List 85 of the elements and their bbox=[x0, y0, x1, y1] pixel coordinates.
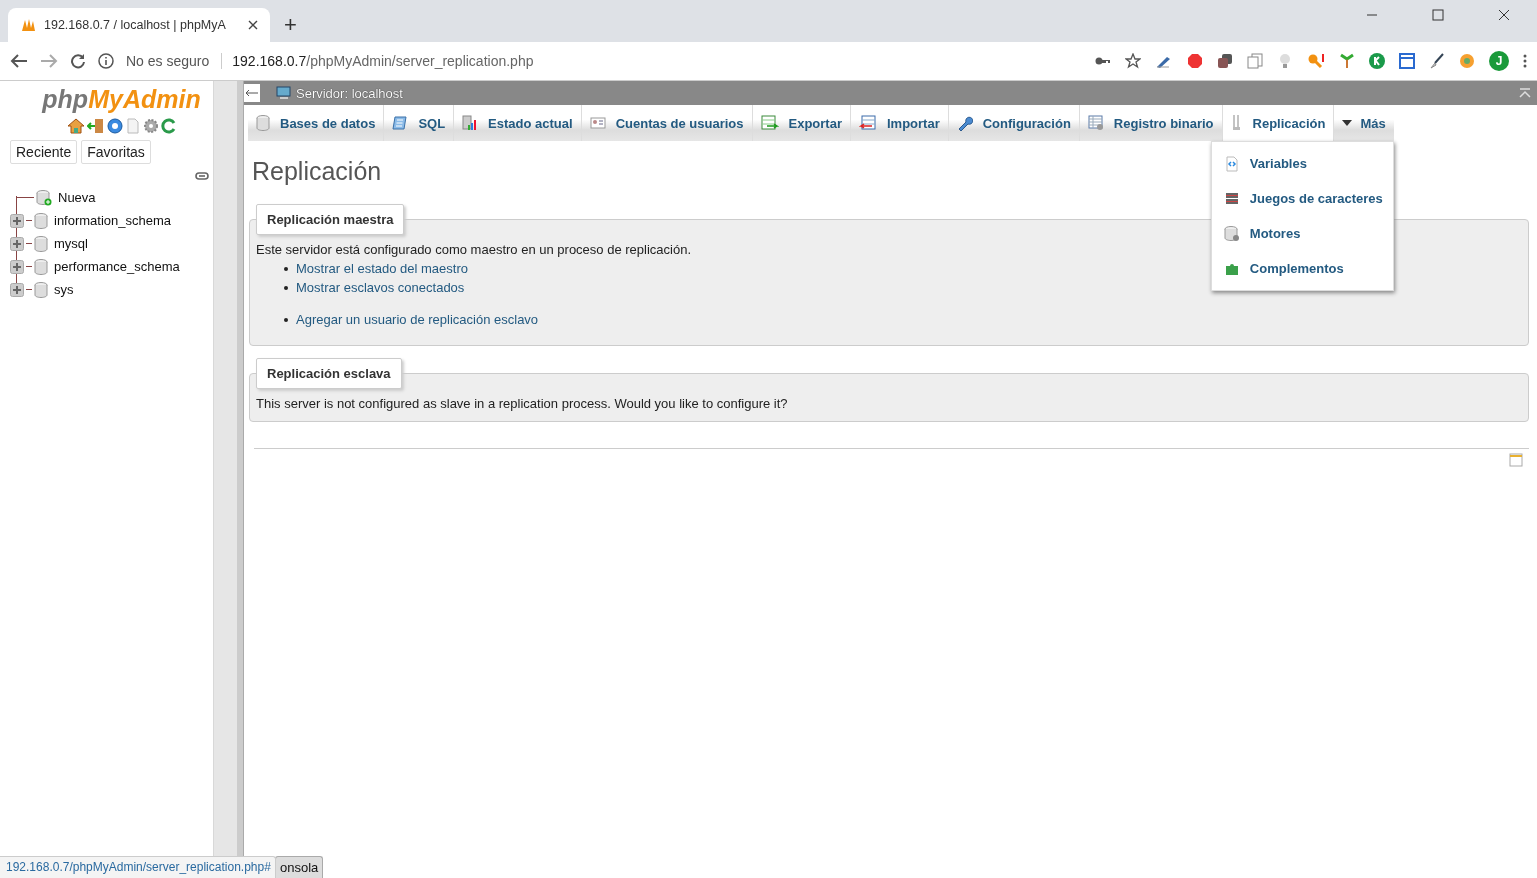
server-icon bbox=[276, 86, 292, 100]
database-tree-item[interactable]: Nueva bbox=[58, 190, 96, 205]
dropdown-menu-item[interactable]: Variables bbox=[1211, 146, 1393, 181]
fieldset-legend: Replicación maestra bbox=[256, 204, 405, 235]
flame-logo-icon bbox=[20, 18, 36, 32]
scroll-icon bbox=[392, 115, 409, 131]
expand-icon[interactable] bbox=[10, 259, 24, 274]
page-heading: Replicación bbox=[252, 157, 382, 186]
stop-sign-icon[interactable] bbox=[1187, 53, 1203, 69]
database-tree-item[interactable]: sys bbox=[54, 282, 74, 297]
navigation-tab[interactable]: Cuentas de usuarios bbox=[581, 105, 753, 141]
bulb-icon[interactable] bbox=[1277, 53, 1293, 69]
expand-icon[interactable] bbox=[10, 236, 24, 251]
exit-door-icon[interactable] bbox=[86, 118, 105, 134]
database-tree-item[interactable]: information_schema bbox=[54, 213, 172, 228]
menu-icon[interactable] bbox=[1523, 53, 1527, 69]
key-icon[interactable] bbox=[1095, 56, 1111, 66]
extension-icon[interactable] bbox=[1369, 53, 1385, 69]
navigation-tab[interactable]: Estado actual bbox=[454, 105, 582, 141]
tab-title: 192.168.0.7 / localhost | phpMyA bbox=[44, 18, 227, 32]
fieldset-legend: Replicación esclava bbox=[256, 358, 402, 389]
collapse-sidebar-button[interactable] bbox=[244, 84, 260, 102]
link[interactable]: Mostrar esclavos conectados bbox=[296, 280, 465, 295]
expand-icon[interactable] bbox=[10, 282, 24, 297]
star-icon[interactable] bbox=[1125, 53, 1141, 69]
navigation-tab[interactable]: Exportar bbox=[752, 105, 851, 141]
copy-icon[interactable] bbox=[1247, 53, 1263, 69]
window-icon[interactable] bbox=[1399, 53, 1415, 69]
expand-icon[interactable] bbox=[10, 213, 24, 228]
sidebar-tab-button[interactable]: Reciente bbox=[10, 140, 78, 164]
table-gear-icon bbox=[1087, 115, 1104, 131]
database-icon bbox=[256, 115, 270, 131]
spreadsheet-arrow-icon bbox=[760, 115, 779, 131]
server-title[interactable]: Servidor: localhost bbox=[296, 85, 403, 101]
database-icon bbox=[34, 235, 48, 252]
browser-tab[interactable]: 192.168.0.7 / localhost | phpMyA bbox=[8, 8, 270, 42]
dropdown-menu-item[interactable]: Complementos bbox=[1211, 251, 1393, 286]
caret-icon bbox=[1342, 120, 1353, 126]
dropdown-menu-item[interactable]: Juegos de caracteres bbox=[1211, 181, 1393, 216]
phpmyadmin-logo[interactable]: phpMyAdmin bbox=[42, 85, 201, 114]
address-bar[interactable]: 192.168.0.7/phpMyAdmin/server_replication.php bbox=[221, 53, 534, 69]
home-icon[interactable] bbox=[66, 118, 85, 134]
database-gear-icon bbox=[1223, 225, 1240, 242]
help-icon[interactable] bbox=[106, 118, 123, 134]
back-arrow-icon[interactable] bbox=[10, 53, 28, 69]
close-icon[interactable] bbox=[248, 20, 258, 30]
description-text: This server is not configured as slave in a replication process. Would you like to configure it? bbox=[256, 396, 789, 411]
collapse-up-icon[interactable] bbox=[1519, 88, 1531, 98]
left-arrow-icon bbox=[245, 89, 259, 97]
security-label: No es seguro bbox=[126, 53, 210, 69]
database-icon bbox=[34, 258, 48, 275]
database-tree-item[interactable]: mysql bbox=[54, 236, 88, 251]
link[interactable]: Agregar un usuario de replicación esclavo bbox=[296, 312, 539, 327]
navigation-tab[interactable]: Importar bbox=[851, 105, 949, 141]
database-tree-item[interactable]: performance_schema bbox=[54, 259, 180, 274]
dropdown-menu-item[interactable]: Motores bbox=[1211, 216, 1393, 251]
database-icon bbox=[34, 212, 48, 229]
database-icon bbox=[34, 281, 48, 298]
navigation-tab[interactable]: Bases de datos bbox=[248, 105, 385, 141]
sidebar-tab-button[interactable]: Favoritas bbox=[81, 140, 151, 164]
link[interactable]: Mostrar el estado del maestro bbox=[296, 261, 468, 276]
stacked-squares-icon[interactable] bbox=[1217, 53, 1233, 69]
forward-arrow-icon[interactable] bbox=[40, 53, 58, 69]
new-tab-button[interactable]: + bbox=[278, 14, 303, 36]
navigation-tab[interactable]: Configuración bbox=[948, 105, 1080, 141]
key-icon[interactable] bbox=[1307, 53, 1325, 69]
chart-icon bbox=[462, 115, 479, 131]
reload-icon[interactable] bbox=[70, 53, 86, 69]
plant-icon[interactable] bbox=[1339, 53, 1355, 69]
profile-avatar[interactable]: J bbox=[1489, 51, 1509, 71]
navigation-tab[interactable]: SQL bbox=[384, 105, 455, 141]
code-file-icon bbox=[1223, 155, 1240, 172]
new-database-icon bbox=[36, 189, 52, 206]
status-url-tooltip: 192.168.0.7/phpMyAdmin/server_replication.php# bbox=[0, 856, 276, 878]
reload-icon[interactable] bbox=[160, 118, 177, 134]
wrench-icon bbox=[956, 115, 973, 131]
navigation-tab[interactable]: Registro binario bbox=[1079, 105, 1223, 141]
settings-icon[interactable] bbox=[142, 118, 159, 134]
description-text: Este servidor está configurado como maestro en un proceso de replicación. bbox=[256, 242, 692, 257]
link-icon[interactable] bbox=[195, 172, 209, 180]
console-tab[interactable]: onsola bbox=[275, 856, 324, 878]
brush-icon[interactable] bbox=[1429, 53, 1445, 69]
info-icon bbox=[98, 53, 114, 69]
lines-icon bbox=[1223, 191, 1240, 206]
id-card-icon bbox=[589, 116, 606, 130]
